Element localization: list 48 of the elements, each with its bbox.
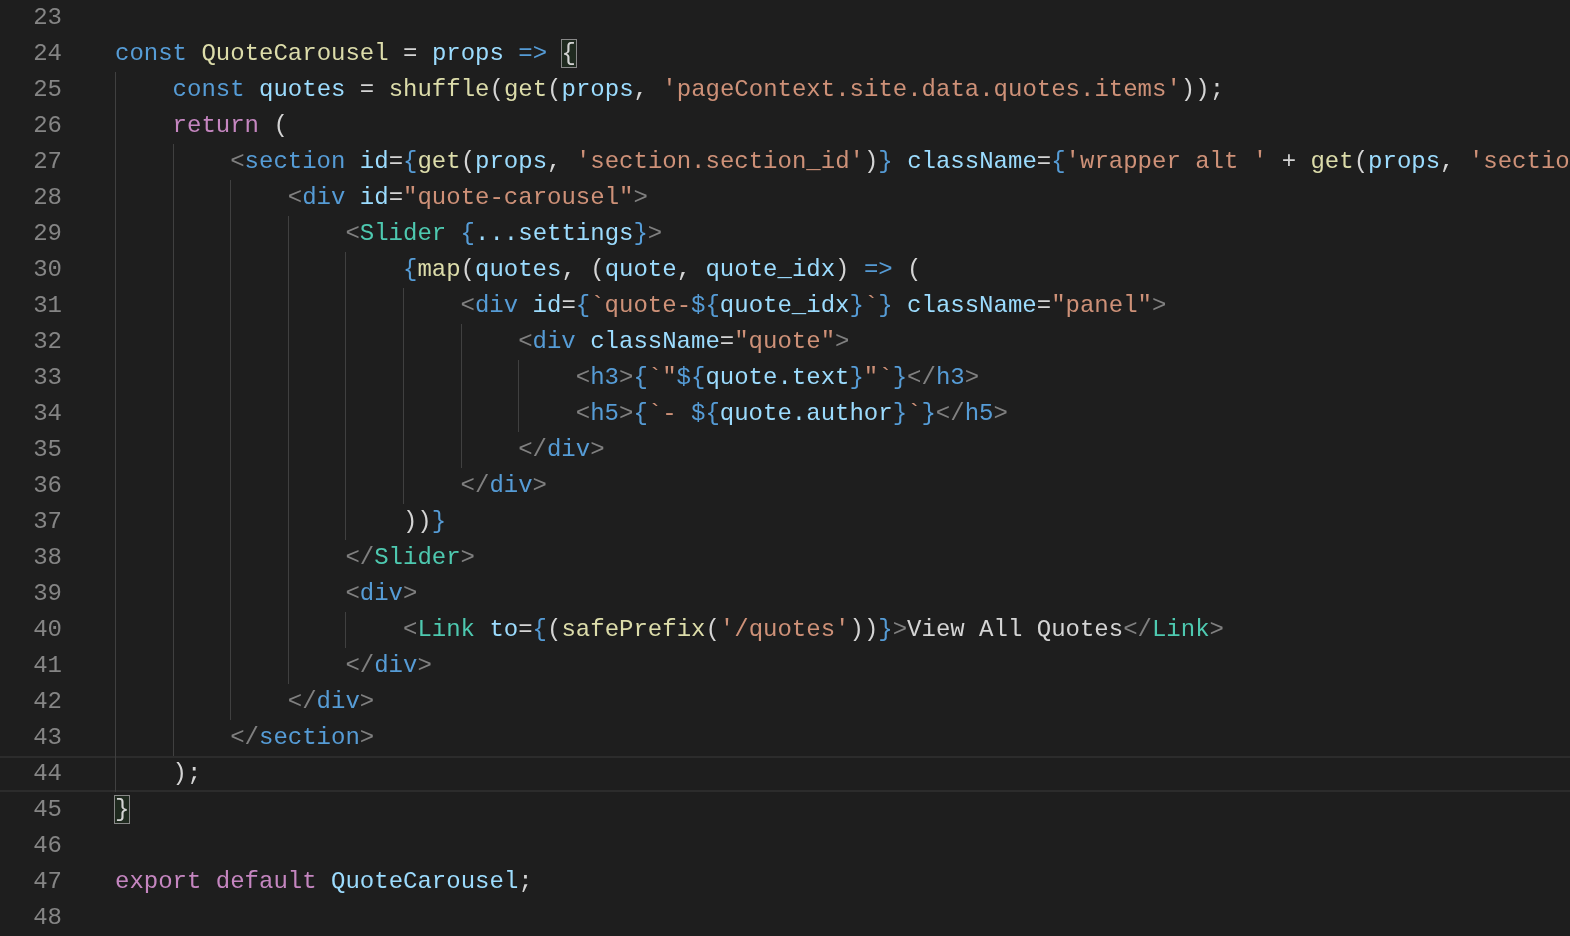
line-number: 25 [32,75,62,105]
line-number: 24 [32,39,62,69]
line-number: 36 [32,471,62,501]
code-line: </section> [230,723,375,753]
line-number: 43 [32,723,62,753]
line-number: 38 [32,543,62,573]
code-line: const QuoteCarousel = props => { [115,39,576,69]
line-number: 26 [32,111,62,141]
code-line: const quotes = shuffle(get(props, 'pageContext.site.data.quotes.items')); [172,75,1225,105]
line-number: 42 [32,687,62,717]
code-line: ); [172,759,202,789]
line-number: 32 [32,327,62,357]
line-number: 41 [32,651,62,681]
code-line: export default QuoteCarousel; [115,867,533,897]
code-line: </div> [460,471,547,501]
line-number: 39 [32,579,62,609]
line-number: 23 [32,3,62,33]
code-line: <Slider {...settings}> [345,219,663,249]
line-number: 30 [32,255,62,285]
line-number: 31 [32,291,62,321]
code-line: </div> [345,651,432,681]
code-line: <h5>{`- ${quote.author}`}</h5> [575,399,1008,429]
code-line: </div> [287,687,375,717]
code-line: <div id="quote-carousel"> [287,183,648,213]
code-line: ))} [402,507,447,537]
line-number: 35 [32,435,62,465]
code-line: {map(quotes, (quote, quote_idx) => ( [402,255,922,285]
line-number: 27 [32,147,62,177]
code-line: return ( [172,111,288,141]
line-number: 37 [32,507,62,537]
code-line: </div> [518,435,605,465]
code-line: <section id={get(props, 'section.section_id')} className={'wrapper alt ' + get(props, 'sectio [230,147,1570,177]
line-number: 48 [32,903,62,933]
line-number: 33 [32,363,62,393]
code-line: <div className="quote"> [518,327,850,357]
code-line: <Link to={(safePrefix('/quotes'))}>View All Quotes</Link> [402,615,1224,645]
line-number: 40 [32,615,62,645]
code-line: </Slider> [345,543,475,573]
code-line: <div id={`quote-${quote_idx}`} className="panel"> [460,291,1167,321]
line-number: 28 [32,183,62,213]
line-number: 45 [32,795,62,825]
line-number: 44 [32,759,62,789]
line-number: 46 [32,831,62,861]
line-number: 47 [32,867,62,897]
code-line: <div> [345,579,418,609]
line-number: 29 [32,219,62,249]
code-line: <h3>{`"${quote.text}"`}</h3> [575,363,980,393]
line-number: 34 [32,399,62,429]
